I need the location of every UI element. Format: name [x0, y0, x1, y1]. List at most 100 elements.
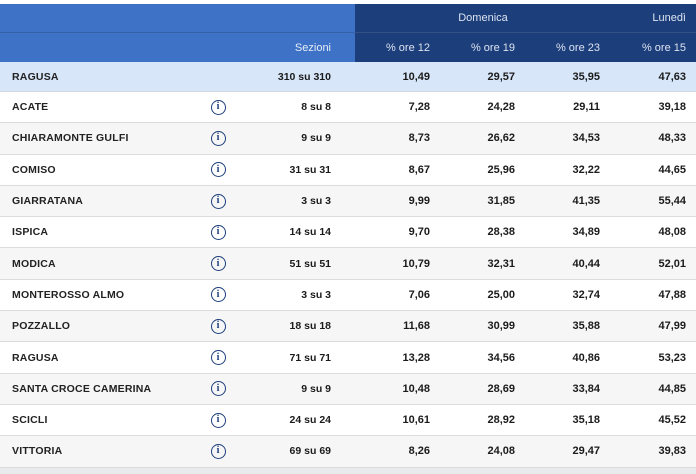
turnout-ore12: 10,48 [355, 383, 440, 395]
turnout-ore23: 32,74 [525, 289, 610, 301]
column-header-sezioni: Sezioni [0, 33, 355, 62]
sezioni-count: 9 su 9 [241, 383, 355, 395]
table-row: ISPICA i 14 su 14 9,70 28,38 34,89 48,08 [0, 217, 696, 248]
header-group-empty [0, 4, 355, 33]
turnout-ore19: 30,99 [440, 320, 525, 332]
turnout-ore15: 45,52 [610, 414, 696, 426]
sezioni-count: 31 su 31 [241, 164, 355, 176]
info-icon[interactable]: i [211, 413, 226, 428]
header-group-row: Domenica Lunedì [0, 4, 696, 33]
info-icon[interactable]: i [211, 381, 226, 396]
turnout-ore15: 55,44 [610, 195, 696, 207]
info-icon[interactable]: i [211, 100, 226, 115]
municipality-name: COMISO [0, 164, 195, 176]
info-icon[interactable]: i [211, 287, 226, 302]
municipality-name: GIARRATANA [0, 195, 195, 207]
turnout-ore15: 39,18 [610, 101, 696, 113]
sezioni-count: 3 su 3 [241, 195, 355, 207]
turnout-ore12: 9,70 [355, 226, 440, 238]
turnout-table: Domenica Lunedì Sezioni % ore 12 % ore 1… [0, 0, 696, 468]
info-cell: i [195, 350, 241, 365]
turnout-ore23: 41,35 [525, 195, 610, 207]
summary-sezioni: 310 su 310 [241, 71, 355, 83]
sezioni-count: 3 su 3 [241, 289, 355, 301]
turnout-ore23: 34,53 [525, 132, 610, 144]
info-cell: i [195, 225, 241, 240]
info-icon[interactable]: i [211, 350, 226, 365]
info-cell: i [195, 100, 241, 115]
table-row: COMISO i 31 su 31 8,67 25,96 32,22 44,65 [0, 155, 696, 186]
table-row: POZZALLO i 18 su 18 11,68 30,99 35,88 47… [0, 311, 696, 342]
turnout-ore12: 10,61 [355, 414, 440, 426]
header-group-lunedi: Lunedì [611, 4, 696, 33]
turnout-ore19: 26,62 [440, 132, 525, 144]
sezioni-count: 9 su 9 [241, 132, 355, 144]
municipality-name: POZZALLO [0, 320, 195, 332]
summary-province-name: RAGUSA [0, 71, 195, 83]
municipality-name: MODICA [0, 258, 195, 270]
turnout-ore19: 25,00 [440, 289, 525, 301]
header-columns-row: Sezioni % ore 12 % ore 19 % ore 23 % ore… [0, 33, 696, 62]
summary-row: RAGUSA 310 su 310 10,49 29,57 35,95 47,6… [0, 62, 696, 92]
turnout-ore15: 47,99 [610, 320, 696, 332]
info-icon[interactable]: i [211, 194, 226, 209]
table-row: SANTA CROCE CAMERINA i 9 su 9 10,48 28,6… [0, 374, 696, 405]
sezioni-count: 8 su 8 [241, 101, 355, 113]
column-header-ore19: % ore 19 [440, 33, 525, 62]
sezioni-count: 71 su 71 [241, 352, 355, 364]
turnout-ore15: 47,88 [610, 289, 696, 301]
turnout-ore23: 34,89 [525, 226, 610, 238]
info-icon[interactable]: i [211, 444, 226, 459]
turnout-ore15: 48,08 [610, 226, 696, 238]
summary-ore15: 47,63 [610, 71, 696, 83]
turnout-ore23: 40,44 [525, 258, 610, 270]
column-header-ore23: % ore 23 [525, 33, 610, 62]
info-icon[interactable]: i [211, 256, 226, 271]
turnout-ore12: 13,28 [355, 352, 440, 364]
turnout-ore12: 11,68 [355, 320, 440, 332]
turnout-ore23: 29,47 [525, 445, 610, 457]
info-icon[interactable]: i [211, 319, 226, 334]
column-header-ore12: % ore 12 [355, 33, 440, 62]
summary-ore23: 35,95 [525, 71, 610, 83]
turnout-ore19: 24,08 [440, 445, 525, 457]
turnout-ore19: 32,31 [440, 258, 525, 270]
sezioni-count: 51 su 51 [241, 258, 355, 270]
turnout-ore23: 40,86 [525, 352, 610, 364]
turnout-ore19: 34,56 [440, 352, 525, 364]
info-icon[interactable]: i [211, 131, 226, 146]
turnout-ore19: 28,92 [440, 414, 525, 426]
turnout-ore19: 24,28 [440, 101, 525, 113]
info-cell: i [195, 162, 241, 177]
info-cell: i [195, 413, 241, 428]
info-cell: i [195, 131, 241, 146]
info-cell: i [195, 287, 241, 302]
turnout-ore12: 7,28 [355, 101, 440, 113]
table-row: MODICA i 51 su 51 10,79 32,31 40,44 52,0… [0, 248, 696, 279]
municipality-name: RAGUSA [0, 352, 195, 364]
table-row: GIARRATANA i 3 su 3 9,99 31,85 41,35 55,… [0, 186, 696, 217]
turnout-ore19: 28,38 [440, 226, 525, 238]
turnout-ore12: 8,73 [355, 132, 440, 144]
turnout-ore12: 7,06 [355, 289, 440, 301]
turnout-ore19: 28,69 [440, 383, 525, 395]
table-row: MONTEROSSO ALMO i 3 su 3 7,06 25,00 32,7… [0, 280, 696, 311]
turnout-ore12: 8,26 [355, 445, 440, 457]
municipality-name: CHIARAMONTE GULFI [0, 132, 195, 144]
turnout-ore12: 10,79 [355, 258, 440, 270]
turnout-ore12: 8,67 [355, 164, 440, 176]
turnout-ore15: 52,01 [610, 258, 696, 270]
info-icon[interactable]: i [211, 225, 226, 240]
turnout-ore19: 25,96 [440, 164, 525, 176]
turnout-ore23: 29,11 [525, 101, 610, 113]
table-row: CHIARAMONTE GULFI i 9 su 9 8,73 26,62 34… [0, 123, 696, 154]
summary-ore19: 29,57 [440, 71, 525, 83]
info-cell: i [195, 256, 241, 271]
table-row: VITTORIA i 69 su 69 8,26 24,08 29,47 39,… [0, 436, 696, 467]
table-body: ACATE i 8 su 8 7,28 24,28 29,11 39,18 CH… [0, 92, 696, 468]
turnout-ore15: 44,85 [610, 383, 696, 395]
info-cell: i [195, 194, 241, 209]
table-row: SCICLI i 24 su 24 10,61 28,92 35,18 45,5… [0, 405, 696, 436]
info-cell: i [195, 319, 241, 334]
info-icon[interactable]: i [211, 162, 226, 177]
